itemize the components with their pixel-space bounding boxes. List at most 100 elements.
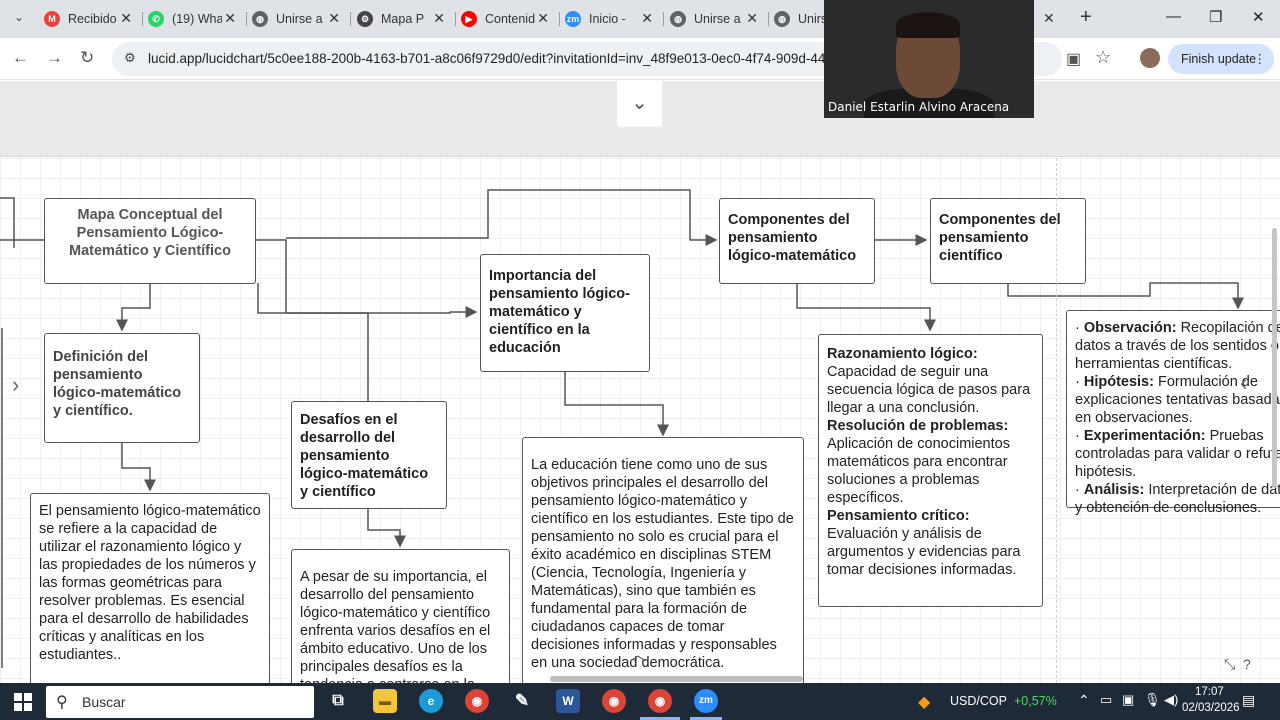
diagram-canvas[interactable]: Mapa Conceptual del Pensamiento Lógico-M…: [0, 158, 1280, 683]
main-title-text: Mapa Conceptual del Pensamiento Lógico-M…: [69, 207, 231, 259]
tab-close-icon[interactable]: ✕: [120, 10, 132, 27]
chevron-right-icon[interactable]: ›: [12, 372, 19, 398]
desafios-node[interactable]: Desafíos en el desarrollo del pensamient…: [291, 401, 447, 509]
chevron-left-icon[interactable]: ‹: [1240, 370, 1247, 396]
profile-avatar[interactable]: [1140, 48, 1160, 68]
tab-close-icon[interactable]: ✕: [641, 10, 653, 27]
definicion-text-node[interactable]: El pensamiento lógico-matemático se refi…: [30, 493, 270, 683]
component-description: Evaluación y análisis de argumentos y ev…: [827, 526, 1021, 578]
definicion-node[interactable]: Definición del pensamiento lógico-matemá…: [44, 333, 200, 443]
clock-time[interactable]: 17:07: [1195, 686, 1224, 698]
market-icon[interactable]: ◆: [918, 692, 930, 712]
browser-tab[interactable]: zm Inicio - ✕: [565, 6, 653, 32]
video-call-overlay[interactable]: Daniel Estarlin Alvino Aracena: [824, 0, 1034, 118]
word-icon[interactable]: W: [556, 689, 580, 713]
component-description: Capacidad de seguir una secuencia lógica…: [827, 364, 1031, 416]
install-app-icon[interactable]: ▣: [1066, 49, 1081, 69]
browser-tab[interactable]: ⚙ Mapa P ✕: [357, 6, 445, 32]
show-hidden-icons[interactable]: ⌃: [1078, 692, 1090, 709]
definicion-title-text: Definición del pensamiento lógico-matemá…: [53, 349, 182, 419]
zoom-app-icon[interactable]: zm: [694, 689, 718, 713]
chevron-up-icon[interactable]: ︿: [630, 641, 646, 665]
new-tab-button[interactable]: +: [1080, 6, 1092, 29]
paint-icon[interactable]: ✎: [510, 689, 534, 713]
tab-title: Mapa P: [381, 12, 425, 26]
tab-close-icon[interactable]: ✕: [746, 10, 758, 27]
chrome-active-icon[interactable]: ◉: [648, 689, 672, 713]
chrome-profile-icon[interactable]: ◉: [602, 689, 626, 713]
task-view-icon[interactable]: ⧉: [326, 689, 350, 713]
taskbar-search[interactable]: ⚲ Buscar: [46, 686, 314, 718]
clock-date[interactable]: 02/03/2026: [1182, 702, 1240, 714]
participant-name: Daniel Estarlin Alvino Aracena: [828, 100, 1010, 114]
active-tab-close[interactable]: ✕: [1043, 10, 1055, 27]
browser-tab[interactable]: ▶ Contenido✕: [461, 6, 549, 32]
close-window-icon[interactable]: ✕: [1252, 8, 1265, 26]
importancia-title-text: Importancia del pensamiento lógico-matem…: [489, 268, 630, 356]
microphone-icon[interactable]: 🎙: [1144, 692, 1161, 708]
importancia-body-text: La educación tiene como uno de sus objet…: [531, 457, 794, 671]
tab-separator: [246, 12, 247, 26]
tab-close-icon[interactable]: ✕: [328, 10, 340, 27]
bookmark-star-icon[interactable]: ☆: [1095, 47, 1111, 68]
tab-separator: [142, 12, 143, 26]
component-item: · Experimentación: Pruebas controladas p…: [1075, 427, 1280, 481]
windows-start-icon[interactable]: [14, 693, 32, 711]
componentes-cientifico-node[interactable]: Componentes del pensamiento científico: [930, 198, 1086, 284]
notifications-icon[interactable]: ▤: [1242, 692, 1255, 709]
site-info-icon[interactable]: ⚙: [124, 50, 136, 66]
more-icon[interactable]: ⋮: [1254, 44, 1267, 74]
cientifico-components-list[interactable]: · Observación: Recopilación de datos a t…: [1066, 310, 1280, 516]
browser-tab[interactable]: ✆ (19) WhatsApp✕: [148, 6, 236, 32]
component-item: Resolución de problemas: Aplicación de co…: [827, 417, 1034, 507]
battery-icon[interactable]: ▭: [1100, 692, 1112, 708]
web-icon: ◍: [670, 11, 686, 27]
component-item: Razonamiento lógico: Capacidad de seguir …: [827, 345, 1034, 417]
componentes-logico-node[interactable]: Componentes del pensamiento lógico-matem…: [719, 198, 875, 284]
vertical-scrollbar[interactable]: [1272, 228, 1277, 488]
main-title-node[interactable]: Mapa Conceptual del Pensamiento Lógico-M…: [44, 198, 256, 284]
reload-icon[interactable]: ↻: [80, 48, 94, 68]
browser-toolbar: ← → ↻ ⚙ lucid.app/lucidchart/5c0ee188-20…: [0, 38, 1280, 80]
logico-components-list[interactable]: Razonamiento lógico: Capacidad de seguir …: [818, 334, 1043, 607]
tab-separator: [559, 12, 560, 26]
fit-screen-icon[interactable]: ⤡ ?: [1224, 656, 1251, 673]
back-icon[interactable]: ←: [12, 48, 29, 68]
maximize-icon[interactable]: ❐: [1209, 8, 1222, 26]
tab-search-chevron-icon[interactable]: ⌄: [10, 10, 28, 28]
participant-hair: [896, 12, 960, 38]
chrome-icon[interactable]: ◉: [465, 689, 489, 713]
tab-title: Inicio -: [589, 12, 626, 26]
component-item: Pensamiento crítico: Evaluación y análisi…: [827, 507, 1034, 579]
importancia-text-node[interactable]: La educación tiene como uno de sus objet…: [522, 437, 804, 683]
web-icon: ◍: [252, 11, 268, 27]
tab-title: (19) WhatsApp: [172, 12, 222, 26]
file-explorer-icon[interactable]: ▬: [373, 689, 397, 713]
componentes-cientifico-title-text: Componentes del pensamiento científico: [939, 212, 1061, 264]
component-item: · Hipótesis: Formulación de explicacione…: [1075, 373, 1280, 427]
tab-close-icon[interactable]: ✕: [537, 10, 549, 27]
edge-icon[interactable]: e: [419, 689, 443, 713]
componentes-logico-title-text: Componentes del pensamiento lógico-matem…: [728, 212, 857, 264]
finish-update-button[interactable]: Finish update ⋮: [1168, 44, 1274, 74]
importancia-node[interactable]: Importancia del pensamiento lógico-matem…: [480, 254, 650, 372]
chevron-down-icon[interactable]: ⌄: [617, 81, 662, 127]
search-icon: ⚲: [56, 694, 68, 711]
browser-tab[interactable]: M Recibido ✕: [44, 6, 132, 32]
minimize-icon[interactable]: —: [1166, 8, 1181, 25]
desafios-text-node[interactable]: A pesar de su importancia, el desarrollo…: [291, 549, 510, 683]
forward-icon[interactable]: →: [46, 48, 63, 68]
tab-title: Contenido: [485, 12, 535, 26]
tab-close-icon[interactable]: ✕: [224, 10, 236, 27]
url-text[interactable]: lucid.app/lucidchart/5c0ee188-200b-4163-…: [148, 51, 840, 66]
tab-close-icon[interactable]: ✕: [433, 10, 445, 27]
horizontal-scrollbar[interactable]: [550, 676, 803, 682]
component-item: · Observación: Recopilación de datos a t…: [1075, 319, 1280, 373]
ticker-name[interactable]: USD/COP: [950, 694, 1007, 708]
component-term: Análisis:: [1083, 482, 1145, 498]
browser-tab[interactable]: ◍ Unirse a ✕: [670, 6, 758, 32]
search-placeholder: Buscar: [82, 694, 126, 710]
browser-tab[interactable]: ◍ Unirse a ✕: [252, 6, 340, 32]
volume-icon[interactable]: ◀): [1164, 692, 1178, 708]
network-icon[interactable]: ▣: [1122, 692, 1134, 708]
